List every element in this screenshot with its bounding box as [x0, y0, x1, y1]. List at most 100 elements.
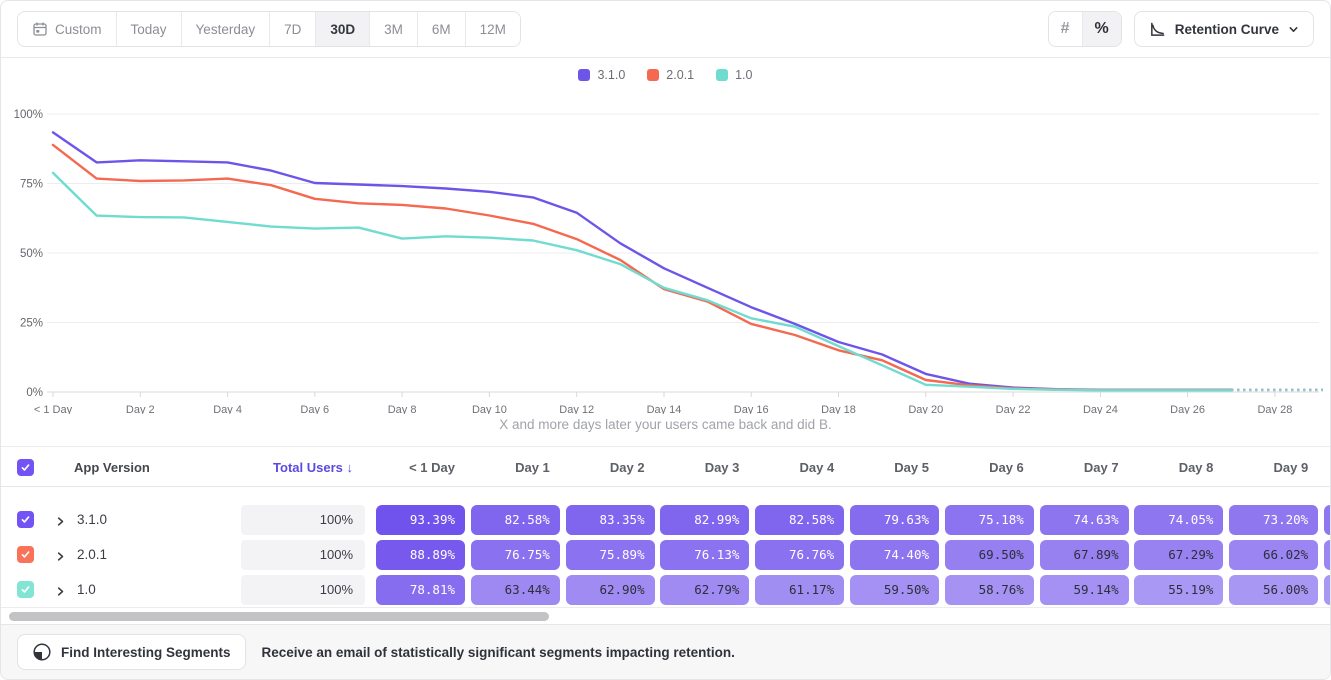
column-header-day-7: Day 7: [1040, 447, 1129, 488]
chevron-right-icon[interactable]: [55, 514, 66, 532]
chevron-right-icon[interactable]: [55, 584, 66, 602]
retention-cell[interactable]: 76.13%: [660, 540, 749, 570]
date-range-today[interactable]: Today: [116, 12, 181, 46]
svg-text:Day 12: Day 12: [559, 404, 594, 414]
retention-cell[interactable]: 62.90%: [566, 575, 655, 605]
svg-text:25%: 25%: [20, 318, 43, 330]
chevron-down-icon: [1288, 24, 1299, 35]
chart-type-dropdown[interactable]: Retention Curve: [1134, 11, 1314, 47]
retention-cell[interactable]: 74.63%: [1040, 505, 1129, 535]
row-checkbox[interactable]: [17, 511, 34, 528]
date-range-label: Today: [131, 22, 167, 37]
retention-cell[interactable]: 59.14%: [1040, 575, 1129, 605]
retention-cell[interactable]: 83.35%: [566, 505, 655, 535]
date-range-label: 30D: [330, 22, 355, 37]
legend-item-1-0[interactable]: 1.0: [716, 68, 752, 82]
chart-caption: X and more days later your users came ba…: [1, 414, 1330, 438]
check-icon: [20, 584, 31, 595]
retention-cell[interactable]: 74.40%: [850, 540, 939, 570]
svg-text:75%: 75%: [20, 179, 43, 191]
retention-cell[interactable]: 75.18%: [945, 505, 1034, 535]
svg-text:0%: 0%: [26, 387, 43, 399]
date-range-label: Custom: [55, 22, 102, 37]
chart-type-label: Retention Curve: [1175, 22, 1279, 37]
table-row-2-0-1: 2.0.1100%88.89%76.75%75.89%76.13%76.76%7…: [1, 537, 1330, 572]
retention-cell[interactable]: 62.79%: [660, 575, 749, 605]
retention-cell-clipped[interactable]: [1324, 540, 1330, 570]
row-checkbox[interactable]: [17, 546, 34, 563]
date-range-label: 7D: [284, 22, 301, 37]
legend-swatch: [647, 69, 659, 81]
svg-text:Day 26: Day 26: [1170, 404, 1205, 414]
retention-cell[interactable]: 73.20%: [1229, 505, 1318, 535]
segments-icon: [32, 642, 52, 662]
svg-text:Day 6: Day 6: [300, 404, 329, 414]
toolbar: Custom Today Yesterday 7D 30D 3M6M 12M #% Rete…: [1, 1, 1330, 58]
column-header-total-users[interactable]: Total Users ↓: [241, 447, 353, 488]
column-header-day-1: Day 1: [471, 447, 560, 488]
retention-cell[interactable]: 75.89%: [566, 540, 655, 570]
date-range-group: Custom Today Yesterday 7D 30D 3M6M 12M: [17, 11, 521, 47]
retention-cell[interactable]: 79.63%: [850, 505, 939, 535]
retention-cell[interactable]: 88.89%: [376, 540, 465, 570]
retention-cell[interactable]: 69.50%: [945, 540, 1034, 570]
date-range-30d[interactable]: 30D: [315, 12, 369, 46]
svg-text:Day 10: Day 10: [472, 404, 507, 414]
legend-item-3-1-0[interactable]: 3.1.0: [578, 68, 625, 82]
hash-mode-button[interactable]: #: [1049, 12, 1082, 46]
retention-cell[interactable]: 76.76%: [755, 540, 844, 570]
find-interesting-segments-button[interactable]: Find Interesting Segments: [17, 634, 246, 670]
app-version-label: 1.0: [77, 572, 96, 607]
find-interesting-segments-label: Find Interesting Segments: [61, 645, 231, 660]
retention-cell[interactable]: 66.02%: [1229, 540, 1318, 570]
svg-text:Day 28: Day 28: [1257, 404, 1292, 414]
date-range-12m[interactable]: 12M: [465, 12, 520, 46]
retention-cell[interactable]: 78.81%: [376, 575, 465, 605]
retention-cell[interactable]: 82.99%: [660, 505, 749, 535]
retention-cell-clipped[interactable]: [1324, 575, 1330, 605]
retention-cell[interactable]: 82.58%: [755, 505, 844, 535]
check-icon: [20, 549, 31, 560]
retention-cell[interactable]: 82.58%: [471, 505, 560, 535]
row-checkbox[interactable]: [17, 581, 34, 598]
percent-mode-button[interactable]: %: [1082, 12, 1121, 46]
retention-cell[interactable]: 56.00%: [1229, 575, 1318, 605]
date-range-6m[interactable]: 6M: [417, 12, 465, 46]
select-all-checkbox[interactable]: [17, 459, 34, 476]
svg-text:Day 2: Day 2: [126, 404, 155, 414]
horizontal-scrollbar-track[interactable]: [1, 612, 1330, 621]
column-header-day-2: Day 2: [566, 447, 655, 488]
total-users-cell: 100%: [241, 505, 365, 535]
date-range-custom[interactable]: Custom: [18, 12, 116, 46]
retention-cell[interactable]: 55.19%: [1134, 575, 1223, 605]
value-mode-group: #%: [1048, 11, 1122, 47]
retention-cell[interactable]: 61.17%: [755, 575, 844, 605]
retention-cell[interactable]: 76.75%: [471, 540, 560, 570]
date-range-label: 12M: [480, 22, 506, 37]
chevron-right-icon[interactable]: [55, 549, 66, 567]
svg-text:100%: 100%: [14, 109, 43, 121]
legend-label: 2.0.1: [666, 68, 694, 82]
date-range-yesterday[interactable]: Yesterday: [181, 12, 270, 46]
horizontal-scrollbar-thumb[interactable]: [9, 612, 549, 621]
svg-text:Day 14: Day 14: [647, 404, 682, 414]
hash-icon: #: [1061, 20, 1070, 38]
legend-item-2-0-1[interactable]: 2.0.1: [647, 68, 694, 82]
chart-section: 3.1.02.0.11.0 0%25%50%75%100%< 1 DayDay …: [1, 58, 1330, 438]
retention-cell[interactable]: 67.29%: [1134, 540, 1223, 570]
svg-text:Day 20: Day 20: [908, 404, 943, 414]
retention-cell[interactable]: 58.76%: [945, 575, 1034, 605]
svg-text:Day 8: Day 8: [388, 404, 417, 414]
column-header-day-5: Day 5: [850, 447, 939, 488]
check-icon: [20, 462, 31, 473]
retention-cell[interactable]: 67.89%: [1040, 540, 1129, 570]
date-range-3m[interactable]: 3M: [369, 12, 417, 46]
retention-cell-clipped[interactable]: [1324, 505, 1330, 535]
svg-text:< 1 Day: < 1 Day: [34, 404, 73, 414]
retention-cell[interactable]: 59.50%: [850, 575, 939, 605]
column-header-1-day: < 1 Day: [376, 447, 465, 488]
date-range-7d[interactable]: 7D: [269, 12, 315, 46]
retention-cell[interactable]: 93.39%: [376, 505, 465, 535]
retention-cell[interactable]: 63.44%: [471, 575, 560, 605]
retention-cell[interactable]: 74.05%: [1134, 505, 1223, 535]
